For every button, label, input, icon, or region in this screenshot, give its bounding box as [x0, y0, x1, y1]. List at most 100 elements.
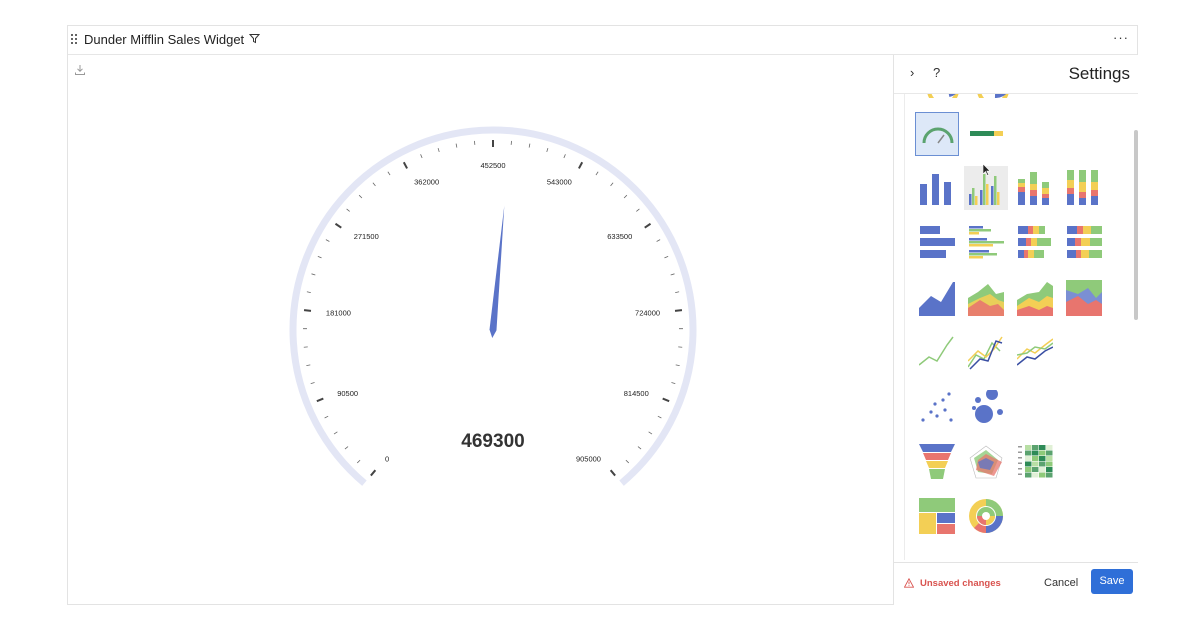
- bar-stacked-chart-icon[interactable]: [1013, 221, 1057, 265]
- unsaved-changes-label: Unsaved changes: [920, 578, 1001, 589]
- gauge-tick-label: 905000: [576, 455, 601, 464]
- gauge-tick-label: 90500: [337, 389, 358, 398]
- gauge-minor-tick: [648, 431, 653, 435]
- more-horizontal-icon[interactable]: ···: [1113, 30, 1129, 45]
- gauge-minor-tick: [563, 154, 566, 159]
- gauge-tick-label: 452500: [480, 161, 505, 170]
- area-stacked-chart-icon[interactable]: [1013, 276, 1057, 320]
- bar-stacked-100-chart-icon[interactable]: [1062, 221, 1106, 265]
- gauge-minor-tick: [636, 208, 640, 212]
- pie-chart-icon[interactable]: [925, 94, 965, 98]
- chart-type-gallery: [904, 94, 1130, 560]
- gauge-minor-tick: [317, 256, 322, 259]
- gauge-minor-tick: [358, 194, 363, 199]
- gauge-minor-tick: [420, 154, 423, 159]
- filter-icon[interactable]: [249, 33, 260, 44]
- settings-header: › ? Settings: [894, 55, 1138, 94]
- gauge-major-tick: [662, 397, 670, 403]
- chevron-right-icon[interactable]: ›: [910, 65, 914, 80]
- gauge-minor-tick: [656, 239, 661, 242]
- gauge-minor-tick: [455, 143, 458, 148]
- gauge-value: 469300: [461, 431, 524, 452]
- gauge-minor-tick: [325, 239, 330, 242]
- gauge-tick-label: 181000: [326, 308, 351, 317]
- donut-chart-icon[interactable]: [975, 94, 1015, 98]
- gauge-tick-label: 271500: [354, 232, 379, 241]
- gauge-minor-tick: [664, 256, 669, 259]
- cancel-button[interactable]: Cancel: [1044, 577, 1078, 589]
- line-chart-icon[interactable]: [915, 331, 959, 375]
- radar-chart-icon[interactable]: [964, 440, 1008, 484]
- bubble-chart-icon[interactable]: [964, 386, 1008, 430]
- widget-title: Dunder Mifflin Sales Widget: [84, 32, 245, 47]
- gauge-minor-tick: [657, 415, 662, 419]
- drag-handle-icon[interactable]: [71, 34, 77, 44]
- gauge-minor-tick: [675, 364, 680, 366]
- line-multi-smooth-chart-icon[interactable]: [1013, 331, 1057, 375]
- gauge-minor-tick: [546, 147, 549, 153]
- gauge-minor-tick: [671, 382, 676, 385]
- funnel-chart-icon[interactable]: [915, 440, 959, 484]
- widget-header: Dunder Mifflin Sales Widget ···: [68, 26, 1137, 55]
- gauge-major-tick: [370, 469, 377, 477]
- gauge-minor-tick: [437, 147, 440, 153]
- gauge-minor-tick: [333, 431, 338, 435]
- treemap-chart-icon[interactable]: [915, 494, 959, 538]
- gauge-tick-label: 814500: [624, 389, 649, 398]
- gauge-tick-label: 724000: [635, 308, 660, 317]
- gauge-chart: 0 90500 181000 271500 362000 452500 543000 6335…: [68, 55, 893, 605]
- area-overlap-chart-icon[interactable]: [964, 276, 1008, 320]
- area-stacked-100-chart-icon[interactable]: [1062, 276, 1106, 320]
- warning-icon: [904, 578, 914, 588]
- settings-scrollbar[interactable]: [1134, 130, 1138, 320]
- settings-title: Settings: [1068, 64, 1130, 83]
- gauge-major-tick: [334, 222, 342, 229]
- gauge-minor-tick: [356, 459, 361, 464]
- gauge-major-tick: [303, 309, 312, 312]
- gauge-minor-tick: [310, 382, 315, 385]
- heatmap-chart-icon[interactable]: [1013, 440, 1057, 484]
- gauge-minor-tick: [670, 273, 675, 276]
- area-chart-icon[interactable]: [915, 276, 959, 320]
- sunburst-chart-icon[interactable]: [964, 494, 1008, 538]
- column-stacked-100-chart-icon[interactable]: [1062, 166, 1106, 210]
- sales-widget: Dunder Mifflin Sales Widget ··· 0 90500 18…: [67, 25, 1138, 605]
- gauge-minor-tick: [306, 364, 311, 366]
- gauge-major-tick: [609, 469, 616, 477]
- column-stacked-chart-icon[interactable]: [1013, 166, 1057, 210]
- gauge-major-tick: [674, 309, 683, 312]
- gauge-tick-label: 0: [385, 455, 389, 464]
- gauge-minor-tick: [311, 273, 316, 276]
- save-button[interactable]: Save: [1091, 569, 1133, 594]
- gauge-minor-tick: [610, 182, 614, 187]
- gauge-minor-tick: [324, 415, 329, 419]
- gauge-major-tick: [644, 222, 652, 229]
- settings-footer: Unsaved changes Cancel Save: [894, 562, 1138, 605]
- help-button[interactable]: ?: [933, 65, 940, 80]
- bar-grouped-chart-icon[interactable]: [964, 221, 1008, 265]
- gauge-major-tick: [316, 397, 324, 403]
- gauge-minor-tick: [372, 182, 376, 187]
- bar-chart-icon[interactable]: [915, 221, 959, 265]
- scatter-chart-icon[interactable]: [915, 386, 959, 430]
- gauge-minor-tick: [675, 291, 680, 293]
- gauge-minor-tick: [346, 208, 350, 212]
- gauge-needle: [489, 205, 505, 338]
- line-multi-chart-icon[interactable]: [964, 331, 1008, 375]
- gauge-major-tick: [578, 161, 584, 169]
- gauge-minor-tick: [625, 459, 630, 464]
- gauge-major-tick: [402, 161, 408, 169]
- gauge-minor-tick: [623, 194, 628, 199]
- progress-bar-icon[interactable]: [964, 112, 1008, 156]
- settings-panel: › ? Settings Unsaved changes Cancel Save: [893, 55, 1138, 605]
- gauge-minor-tick: [528, 143, 531, 148]
- gauge-tick-label: 362000: [414, 178, 439, 187]
- gauge-tick-label: 633500: [607, 232, 632, 241]
- gauge-minor-tick: [595, 171, 599, 176]
- column-chart-icon[interactable]: [915, 166, 959, 210]
- gauge-minor-tick: [637, 446, 642, 450]
- gauge-chart-icon[interactable]: [915, 112, 959, 156]
- gauge-svg: 0 90500 181000 271500 362000 452500 543000 6335…: [289, 126, 697, 486]
- gauge-minor-tick: [306, 291, 311, 293]
- gauge-minor-tick: [387, 171, 391, 176]
